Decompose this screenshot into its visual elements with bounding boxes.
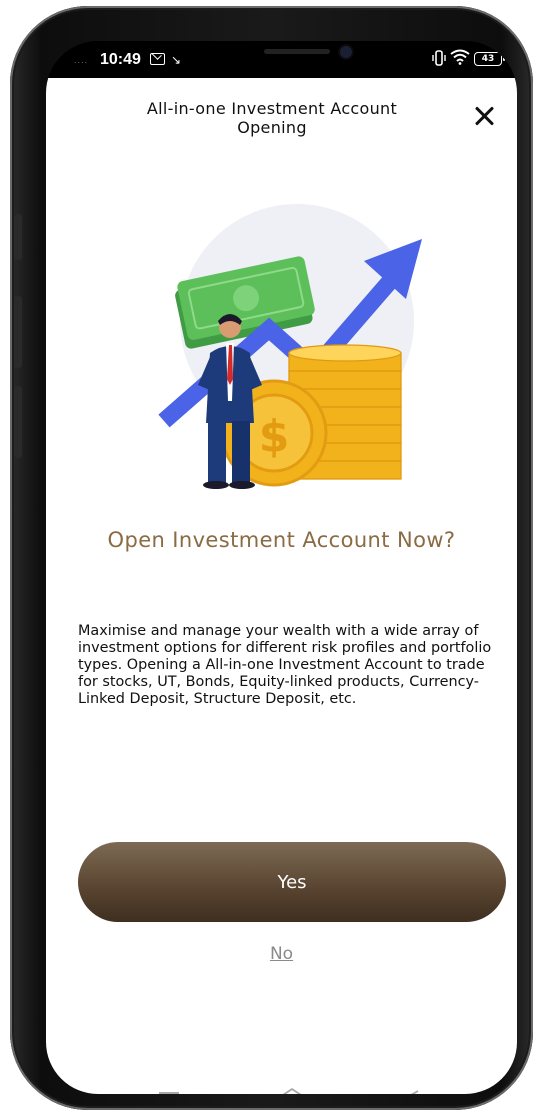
no-link[interactable]: No [46,944,517,964]
yes-button[interactable]: Yes [78,842,506,922]
signal-icon: .... [74,56,89,65]
description-text: Maximise and manage your wealth with a w… [78,623,492,707]
status-time: 10:49 [100,51,141,68]
mail-icon [150,53,165,65]
investment-account-modal: All-in-one Investment Account Opening $ … [46,78,517,1094]
status-bar: .... 10:49 ↘ 43 [46,41,517,78]
battery-indicator: 43 [474,52,505,66]
speaker-grille [264,49,330,54]
close-icon[interactable] [472,104,496,128]
vibrate-icon [432,50,446,70]
volume-button [14,214,22,260]
headline: Open Investment Account Now? [107,528,456,552]
menu-icon[interactable] [159,1092,179,1094]
back-icon[interactable] [408,1089,434,1094]
screen: .... 10:49 ↘ 43 All-in-one Investment Ac… [46,41,517,1094]
home-icon[interactable] [274,1086,310,1094]
svg-text:$: $ [259,411,290,462]
volume-button [14,296,22,368]
wifi-icon [450,49,470,69]
investment-growth-illustration: $ [158,204,422,489]
location-arrow-icon: ↘ [171,53,182,67]
phone-frame: .... 10:49 ↘ 43 All-in-one Investment Ac… [10,6,533,1110]
page-title: All-in-one Investment Account Opening [146,99,398,137]
power-button [14,386,22,458]
front-camera [340,46,352,58]
